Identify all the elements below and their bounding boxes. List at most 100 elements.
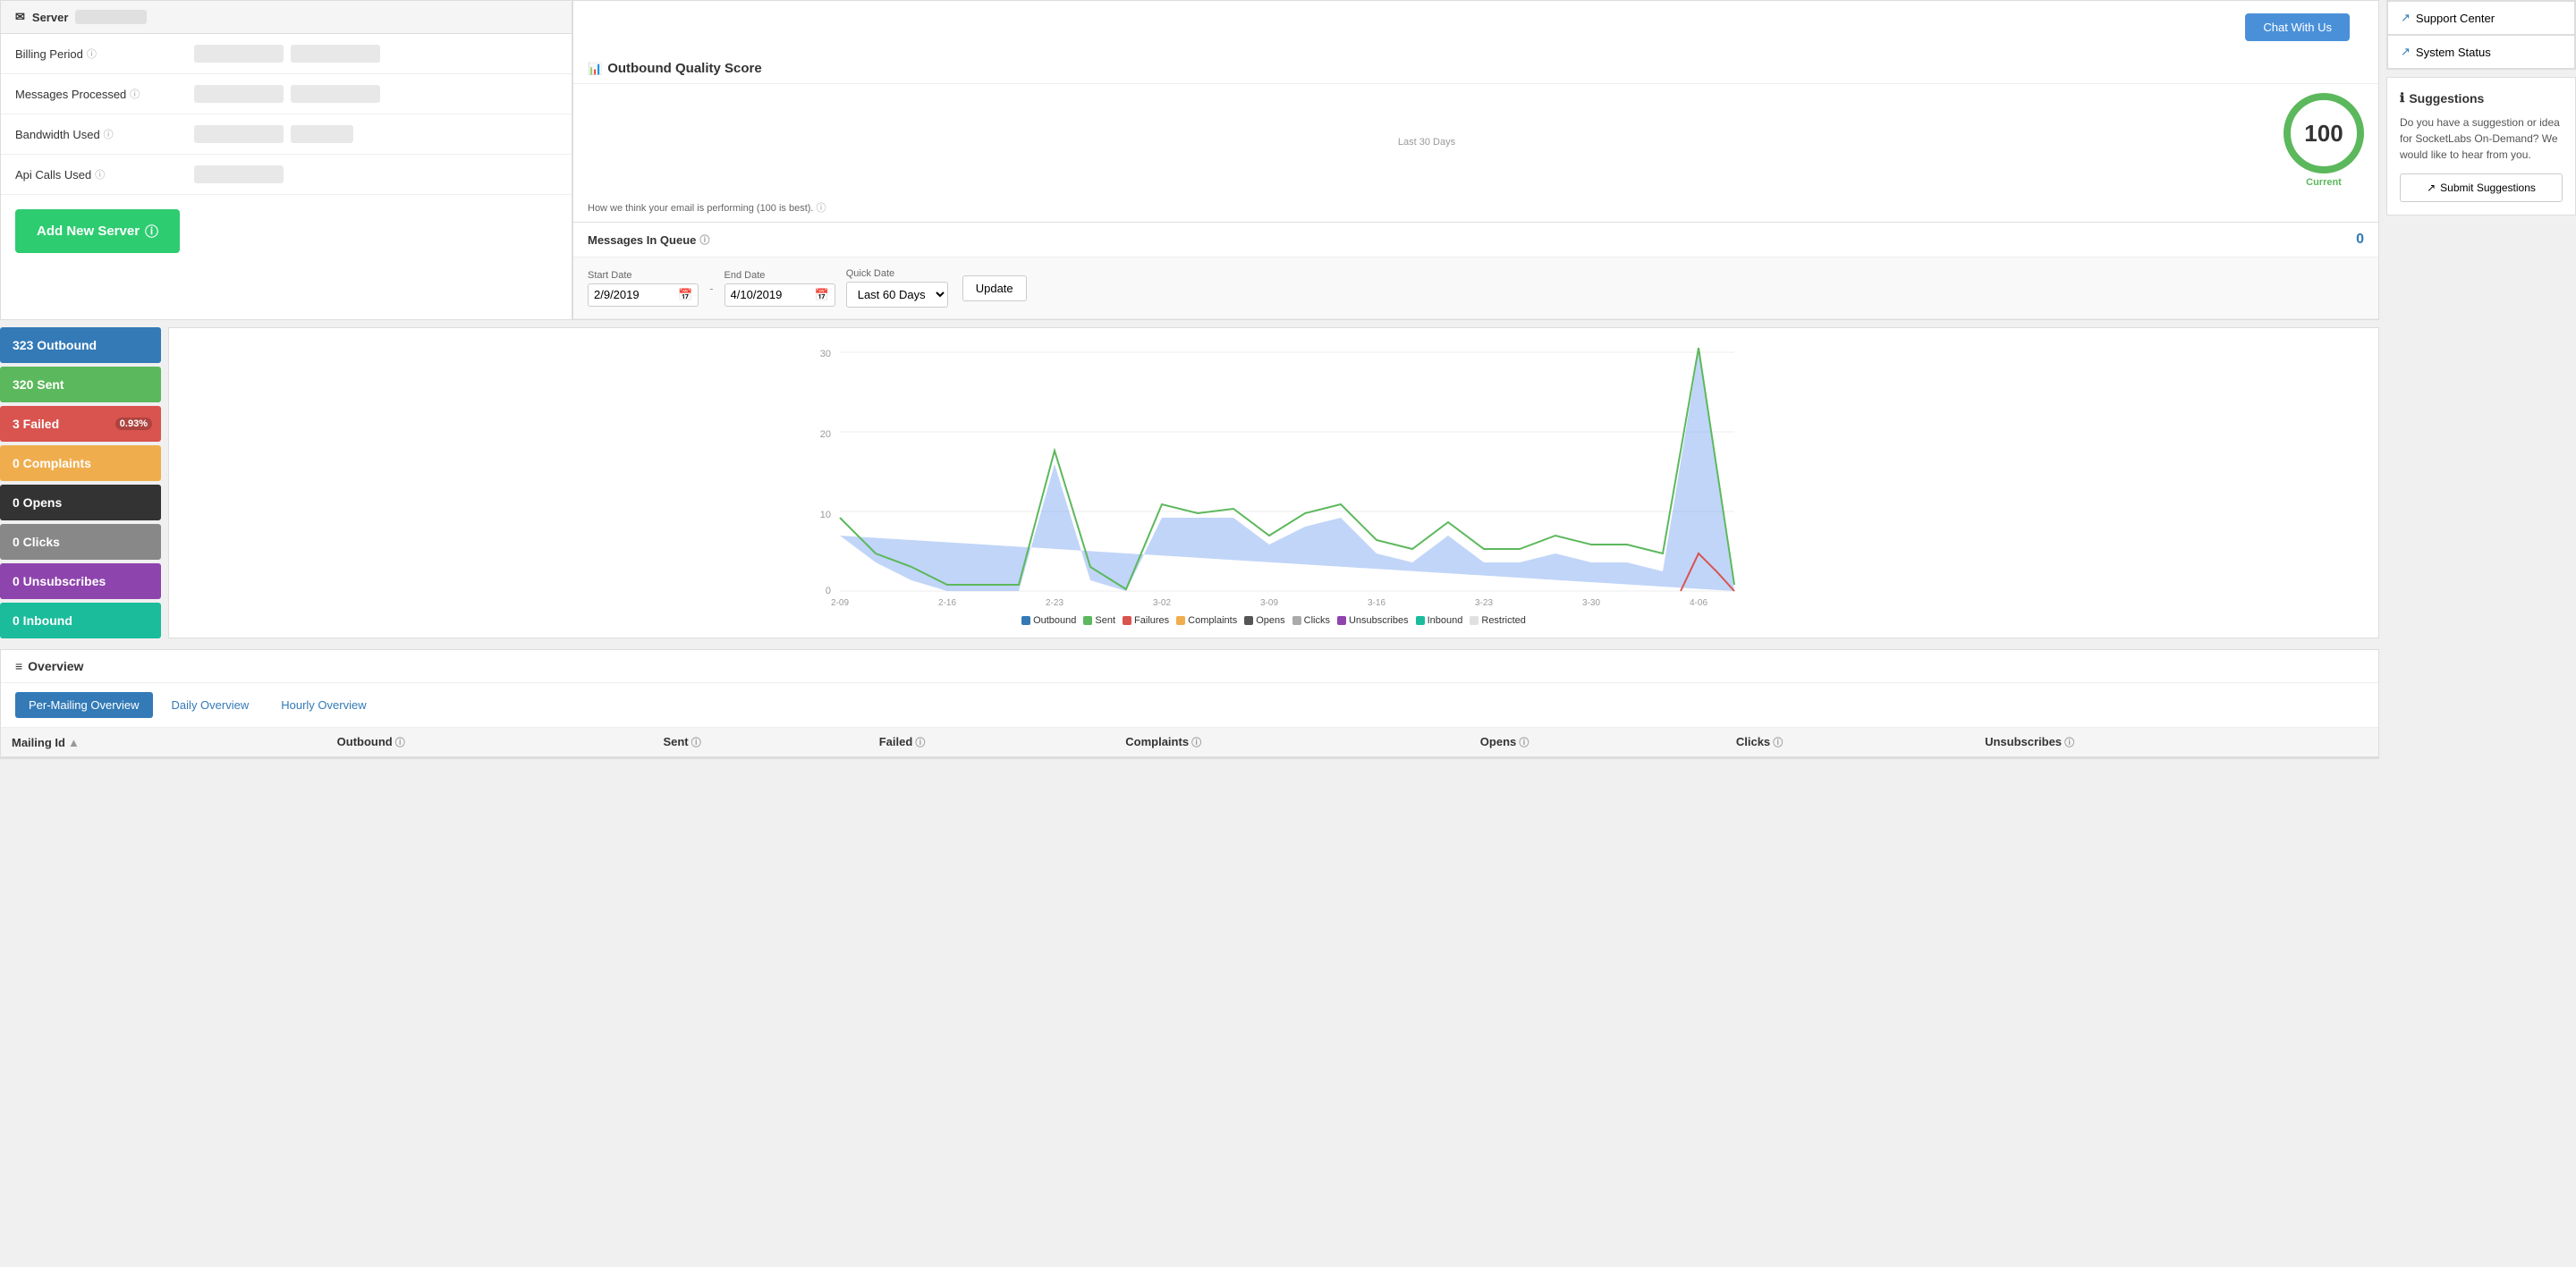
svg-text:3-09: 3-09 bbox=[1260, 598, 1278, 607]
legend-item-failures: Failures bbox=[1123, 615, 1169, 626]
chart-svg: 30 20 10 0 2-09 bbox=[180, 339, 2368, 607]
quality-note-info-icon[interactable]: ⓘ bbox=[817, 203, 826, 214]
stat-button-inbound[interactable]: 0 Inbound bbox=[0, 603, 161, 638]
billing-value-1 bbox=[194, 45, 284, 63]
external-icon: ↗ bbox=[2401, 45, 2411, 59]
sidebar-button-system-status[interactable]: ↗ System Status bbox=[2387, 35, 2575, 69]
bandwidth-info-icon[interactable]: ⓘ bbox=[104, 127, 114, 141]
stats-sidebar: 323 Outbound 320 Sent 3 Failed0.93%0 Compl… bbox=[0, 327, 161, 638]
start-date-calendar-icon[interactable]: 📅 bbox=[678, 288, 692, 302]
table-header-complaints: Complaints ⓘ bbox=[1114, 728, 1470, 757]
messages-value-1 bbox=[194, 85, 284, 103]
server-header: ✉ Server bbox=[1, 1, 572, 34]
quick-date-label: Quick Date bbox=[846, 268, 952, 279]
start-date-input[interactable] bbox=[594, 288, 674, 301]
quick-date-select[interactable]: Last 7 DaysLast 30 DaysLast 60 DaysLast … bbox=[846, 282, 948, 308]
date-separator: - bbox=[709, 282, 713, 295]
svg-text:3-30: 3-30 bbox=[1582, 598, 1600, 607]
col-info-icon[interactable]: ⓘ bbox=[1189, 738, 1201, 748]
legend-item-outbound: Outbound bbox=[1021, 615, 1076, 626]
overview-tab-0[interactable]: Per-Mailing Overview bbox=[15, 692, 153, 718]
end-date-input[interactable] bbox=[731, 288, 811, 301]
submit-suggestions-button[interactable]: ↗ Submit Suggestions bbox=[2400, 173, 2563, 202]
queue-count: 0 bbox=[2356, 232, 2364, 248]
overview-tab-2[interactable]: Hourly Overview bbox=[267, 692, 379, 718]
score-circle: 100 bbox=[2284, 93, 2364, 173]
queue-title-label: Messages In Queue bbox=[588, 233, 696, 247]
bar-chart-icon: 📊 bbox=[588, 62, 602, 76]
end-date-label: End Date bbox=[724, 270, 835, 281]
svg-text:20: 20 bbox=[820, 429, 831, 440]
overview-tab-1[interactable]: Daily Overview bbox=[158, 692, 263, 718]
chat-with-us-button[interactable]: Chat With Us bbox=[2245, 13, 2350, 41]
messages-processed-info-icon[interactable]: ⓘ bbox=[130, 87, 140, 101]
stat-button-unsubscribes[interactable]: 0 Unsubscribes bbox=[0, 563, 161, 599]
bandwidth-used-row: Bandwidth Used ⓘ bbox=[1, 114, 572, 155]
start-date-input-wrap: 📅 bbox=[588, 283, 699, 307]
legend-item-clicks: Clicks bbox=[1292, 615, 1330, 626]
bandwidth-used-label: Bandwidth Used bbox=[15, 128, 100, 141]
svg-text:0: 0 bbox=[826, 586, 831, 596]
bandwidth-value-2 bbox=[291, 125, 353, 143]
billing-period-info-icon[interactable]: ⓘ bbox=[87, 46, 97, 61]
table-header-sent: Sent ⓘ bbox=[652, 728, 868, 757]
stat-button-failed[interactable]: 3 Failed0.93% bbox=[0, 406, 161, 442]
api-calls-info-icon[interactable]: ⓘ bbox=[95, 167, 105, 182]
overview-table: Mailing Id▲Outbound ⓘSent ⓘFailed ⓘCompl… bbox=[1, 728, 2378, 758]
chart-area-fill bbox=[840, 352, 1734, 591]
svg-text:4-06: 4-06 bbox=[1690, 598, 1707, 607]
add-server-label: Add New Server bbox=[37, 224, 140, 239]
server-header-label: Server bbox=[32, 11, 68, 24]
svg-text:3-02: 3-02 bbox=[1153, 598, 1171, 607]
col-info-icon[interactable]: ⓘ bbox=[393, 738, 405, 748]
server-panel: ✉ Server Billing Period ⓘ bbox=[0, 0, 572, 320]
chat-button-row: Chat With Us bbox=[573, 1, 2378, 54]
legend-item-unsubscribes: Unsubscribes bbox=[1337, 615, 1409, 626]
quality-content: Last 30 Days 100 Current bbox=[573, 84, 2378, 197]
svg-text:2-23: 2-23 bbox=[1046, 598, 1063, 607]
legend-item-opens: Opens bbox=[1244, 615, 1284, 626]
legend-item-restricted: Restricted bbox=[1470, 615, 1526, 626]
stat-button-opens[interactable]: 0 Opens bbox=[0, 485, 161, 520]
legend-item-complaints: Complaints bbox=[1176, 615, 1237, 626]
update-button[interactable]: Update bbox=[962, 275, 1027, 301]
col-info-icon[interactable]: ⓘ bbox=[689, 738, 701, 748]
stat-button-complaints[interactable]: 0 Complaints bbox=[0, 445, 161, 481]
quality-period-label: Last 30 Days bbox=[588, 137, 2266, 148]
col-info-icon[interactable]: ⓘ bbox=[1516, 738, 1529, 748]
svg-text:10: 10 bbox=[820, 510, 831, 520]
sidebar-button-support-center[interactable]: ↗ Support Center bbox=[2387, 1, 2575, 35]
end-date-group: End Date 📅 bbox=[724, 270, 835, 307]
table-header-unsubscribes: Unsubscribes ⓘ bbox=[1974, 728, 2378, 757]
table-header-clicks: Clicks ⓘ bbox=[1725, 728, 1974, 757]
overview-title: Overview bbox=[28, 659, 83, 673]
sidebar-support-card: ↗ Support Center↗ System Status bbox=[2386, 0, 2576, 70]
end-date-calendar-icon[interactable]: 📅 bbox=[815, 288, 829, 302]
col-info-icon[interactable]: ⓘ bbox=[1770, 738, 1783, 748]
quality-score-panel: Chat With Us 📊 Outbound Quality Score La… bbox=[572, 0, 2379, 223]
score-number: 100 bbox=[2304, 120, 2343, 148]
chart-legend: OutboundSentFailuresComplaintsOpensClick… bbox=[180, 610, 2368, 626]
svg-text:3-16: 3-16 bbox=[1368, 598, 1385, 607]
right-sidebar: ↗ Support Center↗ System Status ℹ Sugges… bbox=[2379, 0, 2576, 1267]
score-current-label: Current bbox=[2306, 177, 2342, 188]
add-server-icon: ⓘ bbox=[145, 222, 158, 241]
quality-note: How we think your email is performing (1… bbox=[573, 197, 2378, 222]
col-info-icon[interactable]: ⓘ bbox=[912, 738, 925, 748]
sort-icon[interactable]: ▲ bbox=[68, 736, 80, 749]
bandwidth-value-1 bbox=[194, 125, 284, 143]
suggestions-info-icon: ℹ bbox=[2400, 90, 2404, 106]
svg-text:30: 30 bbox=[820, 349, 831, 359]
stat-button-clicks[interactable]: 0 Clicks bbox=[0, 524, 161, 560]
stat-button-outbound[interactable]: 323 Outbound bbox=[0, 327, 161, 363]
col-info-icon[interactable]: ⓘ bbox=[2062, 738, 2074, 748]
api-calls-row: Api Calls Used ⓘ bbox=[1, 155, 572, 195]
svg-text:3-23: 3-23 bbox=[1475, 598, 1493, 607]
queue-info-icon[interactable]: ⓘ bbox=[699, 232, 709, 247]
add-new-server-button[interactable]: Add New Server ⓘ bbox=[15, 209, 180, 253]
messages-processed-row: Messages Processed ⓘ bbox=[1, 74, 572, 114]
external-icon: ↗ bbox=[2401, 11, 2411, 25]
stats-chart-section: 323 Outbound320 Sent3 Failed0.93%0 Compl… bbox=[0, 327, 2379, 638]
stat-button-sent[interactable]: 320 Sent bbox=[0, 367, 161, 402]
overview-tabs: Per-Mailing OverviewDaily OverviewHourly… bbox=[1, 683, 2378, 728]
